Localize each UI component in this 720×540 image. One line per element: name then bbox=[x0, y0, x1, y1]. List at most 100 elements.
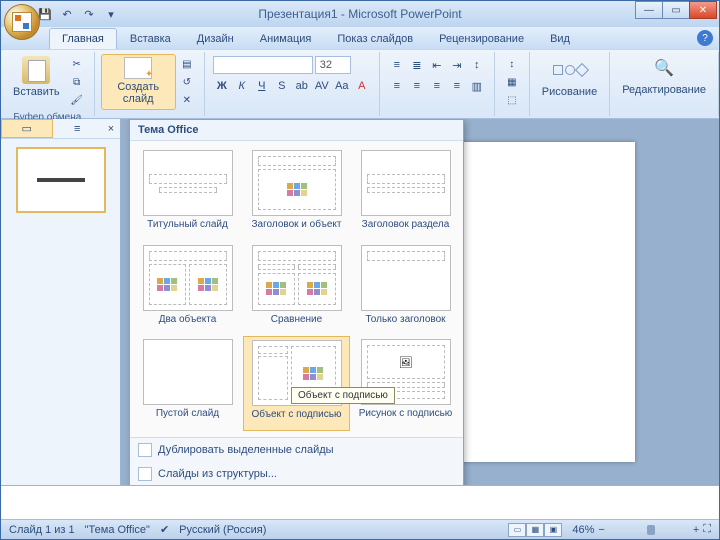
tab-animation[interactable]: Анимация bbox=[247, 28, 325, 49]
notes-pane[interactable] bbox=[1, 485, 719, 519]
drawing-button[interactable]: Рисование bbox=[536, 54, 603, 100]
line-spacing-icon[interactable]: ↕ bbox=[468, 56, 486, 74]
shadow-button[interactable]: S bbox=[273, 77, 291, 95]
paste-label: Вставить bbox=[13, 86, 60, 98]
layout-picture-caption[interactable]: 🖼 Рисунок с подписью bbox=[352, 336, 459, 431]
zoom-slider[interactable] bbox=[609, 528, 689, 532]
tab-view[interactable]: Вид bbox=[537, 28, 583, 49]
smartart-icon[interactable]: ⬚ bbox=[503, 92, 521, 108]
layout-comparison[interactable]: Сравнение bbox=[243, 242, 350, 335]
outline-tab[interactable]: ≡ bbox=[53, 119, 103, 138]
zoom-in-button[interactable]: + bbox=[693, 524, 699, 536]
group-editing: 🔍 Редактирование bbox=[610, 52, 719, 116]
new-slide-label: Создать слайд bbox=[108, 81, 169, 105]
tab-review[interactable]: Рецензирование bbox=[426, 28, 537, 49]
align-text-icon[interactable]: ▦ bbox=[503, 74, 521, 90]
layout-content-caption[interactable]: Объект с подписью bbox=[243, 336, 350, 431]
sorter-view-button[interactable]: ▦ bbox=[526, 523, 544, 537]
help-icon[interactable]: ? bbox=[697, 30, 713, 46]
numbering-icon[interactable]: ≣ bbox=[408, 56, 426, 74]
layout-title-content[interactable]: Заголовок и объект bbox=[243, 147, 350, 240]
window-controls: — ▭ ✕ bbox=[636, 1, 717, 19]
outline-import-icon bbox=[138, 467, 152, 481]
zoom-out-button[interactable]: − bbox=[598, 524, 604, 536]
layout-icon[interactable]: ▤ bbox=[178, 56, 196, 72]
group-drawing: Рисование bbox=[530, 52, 610, 116]
minimize-button[interactable]: — bbox=[635, 1, 663, 19]
copy-icon[interactable]: ⧉ bbox=[68, 74, 86, 90]
underline-button[interactable]: Ч bbox=[253, 77, 271, 95]
align-left-icon[interactable]: ≡ bbox=[388, 77, 406, 95]
bullets-icon[interactable]: ≡ bbox=[388, 56, 406, 74]
text-direction-icon[interactable]: ↕ bbox=[503, 56, 521, 72]
align-center-icon[interactable]: ≡ bbox=[408, 77, 426, 95]
tab-design[interactable]: Дизайн bbox=[184, 28, 247, 49]
layout-gallery: Тема Office Титульный слайд Заголовок и … bbox=[129, 119, 464, 485]
slides-tab[interactable]: ▭ bbox=[1, 119, 53, 138]
layout-tooltip: Объект с подписью bbox=[291, 387, 395, 404]
group-clipboard: Вставить ✂ ⧉ 🖌 Буфер обмена bbox=[1, 52, 95, 116]
layout-title-slide[interactable]: Титульный слайд bbox=[134, 147, 241, 240]
qat-more-icon[interactable]: ▾ bbox=[101, 4, 121, 24]
new-slide-button[interactable]: Создать слайд bbox=[101, 54, 176, 110]
slide-thumbnail-1[interactable] bbox=[16, 147, 106, 213]
app-window: 💾 ↶ ↷ ▾ Презентация1 - Microsoft PowerPo… bbox=[0, 0, 720, 540]
duplicate-slides-item[interactable]: Дублировать выделенные слайды bbox=[130, 438, 463, 462]
layout-blank[interactable]: Пустой слайд bbox=[134, 336, 241, 431]
layout-two-content[interactable]: Два объекта bbox=[134, 242, 241, 335]
case-button[interactable]: Aa bbox=[333, 77, 351, 95]
outline-pane: ▭ ≡ × bbox=[1, 119, 121, 485]
tab-insert[interactable]: Вставка bbox=[117, 28, 184, 49]
spacing-button[interactable]: AV bbox=[313, 77, 331, 95]
group-font: 32 Ж К Ч S ab AV Aa A bbox=[205, 52, 380, 116]
normal-view-button[interactable]: ▭ bbox=[508, 523, 526, 537]
zoom-level[interactable]: 46% bbox=[572, 524, 594, 536]
quick-access-toolbar: 💾 ↶ ↷ ▾ bbox=[35, 4, 121, 24]
ribbon-tabs: Главная Вставка Дизайн Анимация Показ сл… bbox=[1, 27, 719, 49]
editing-button[interactable]: 🔍 Редактирование bbox=[616, 54, 712, 98]
paste-button[interactable]: Вставить bbox=[7, 54, 66, 110]
indent-inc-icon[interactable]: ⇥ bbox=[448, 56, 466, 74]
bold-button[interactable]: Ж bbox=[213, 77, 231, 95]
office-button[interactable] bbox=[4, 4, 40, 40]
duplicate-icon bbox=[138, 443, 152, 457]
spellcheck-icon[interactable]: ✔ bbox=[160, 523, 169, 536]
group-text-opts: ↕ ▦ ⬚ bbox=[495, 52, 530, 116]
columns-icon[interactable]: ▥ bbox=[468, 77, 486, 95]
font-size-combo[interactable]: 32 bbox=[315, 56, 351, 74]
slideshow-view-button[interactable]: ▣ bbox=[544, 523, 562, 537]
format-painter-icon[interactable]: 🖌 bbox=[68, 92, 86, 108]
close-pane-icon[interactable]: × bbox=[102, 119, 120, 138]
strike-button[interactable]: ab bbox=[293, 77, 311, 95]
paste-icon bbox=[22, 56, 50, 84]
editing-label: Редактирование bbox=[622, 84, 706, 96]
status-slide-count: Слайд 1 из 1 bbox=[9, 524, 75, 536]
layout-title-only[interactable]: Только заголовок bbox=[352, 242, 459, 335]
font-name-combo[interactable] bbox=[213, 56, 313, 74]
indent-dec-icon[interactable]: ⇤ bbox=[428, 56, 446, 74]
status-theme: "Тема Office" bbox=[85, 524, 150, 536]
find-icon: 🔍 bbox=[651, 56, 677, 82]
reset-icon[interactable]: ↺ bbox=[178, 74, 196, 90]
redo-icon[interactable]: ↷ bbox=[79, 4, 99, 24]
group-slides: Создать слайд ▤ ↺ ✕ bbox=[95, 52, 205, 116]
fit-window-button[interactable]: ⛶ bbox=[703, 523, 711, 536]
statusbar: Слайд 1 из 1 "Тема Office" ✔ Русский (Ро… bbox=[1, 519, 719, 539]
align-right-icon[interactable]: ≡ bbox=[428, 77, 446, 95]
font-color-button[interactable]: A bbox=[353, 77, 371, 95]
maximize-button[interactable]: ▭ bbox=[662, 1, 690, 19]
justify-icon[interactable]: ≡ bbox=[448, 77, 466, 95]
window-title: Презентация1 - Microsoft PowerPoint bbox=[258, 7, 461, 21]
new-slide-icon bbox=[124, 57, 152, 79]
tab-slideshow[interactable]: Показ слайдов bbox=[324, 28, 426, 49]
layout-section-header[interactable]: Заголовок раздела bbox=[352, 147, 459, 240]
slides-from-outline-item[interactable]: Слайды из структуры... bbox=[130, 462, 463, 485]
undo-icon[interactable]: ↶ bbox=[57, 4, 77, 24]
delete-slide-icon[interactable]: ✕ bbox=[178, 92, 196, 108]
italic-button[interactable]: К bbox=[233, 77, 251, 95]
cut-icon[interactable]: ✂ bbox=[68, 56, 86, 72]
tab-home[interactable]: Главная bbox=[49, 28, 117, 49]
layout-theme-header: Тема Office bbox=[130, 120, 463, 141]
close-button[interactable]: ✕ bbox=[689, 1, 717, 19]
status-language[interactable]: Русский (Россия) bbox=[179, 524, 266, 536]
